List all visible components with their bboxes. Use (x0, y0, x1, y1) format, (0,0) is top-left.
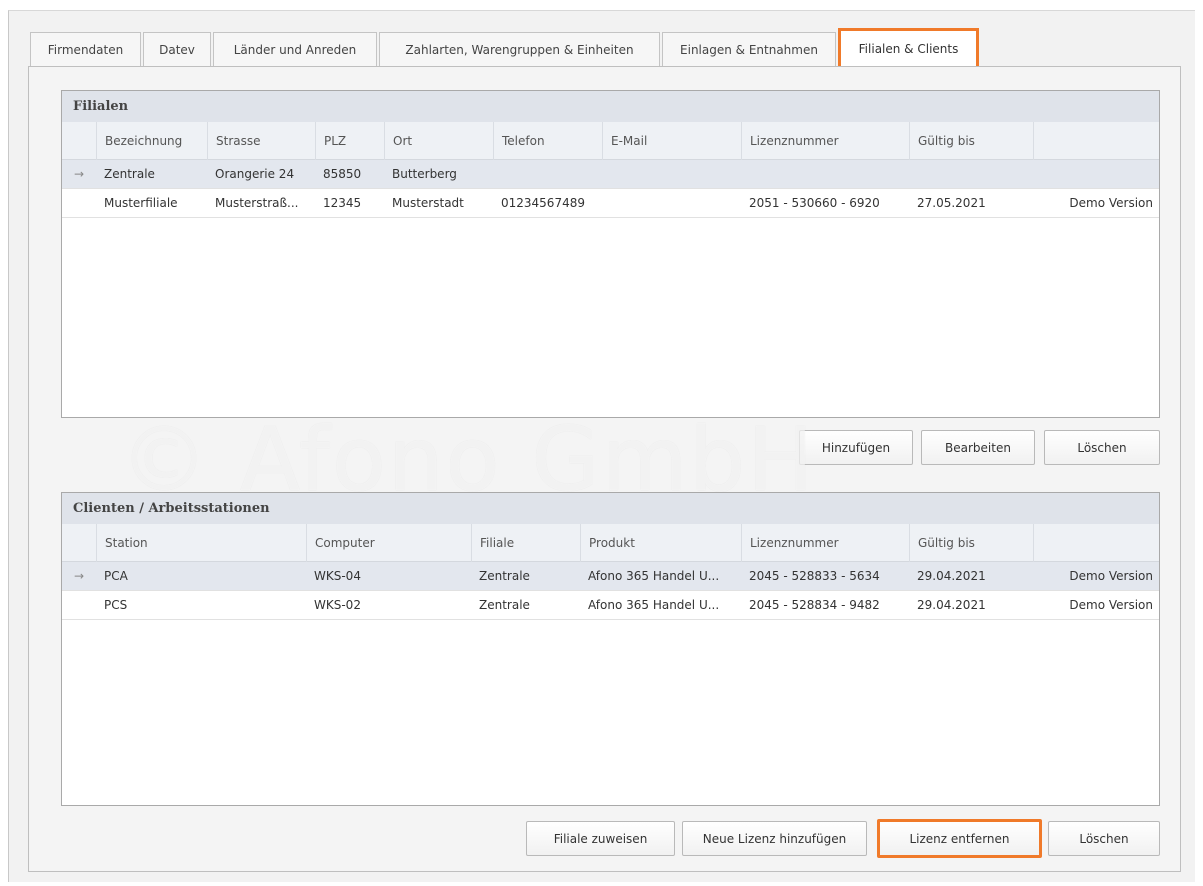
cell-telefon (493, 160, 602, 189)
row-indicator-arrow-icon: → (73, 167, 85, 181)
cell-station: PCS (104, 598, 128, 612)
cell-telefon: 01234567489 (501, 196, 585, 210)
clients-grid-header: Station Computer Filiale Produkt Lizenzn… (62, 524, 1159, 562)
column-header[interactable]: E-Mail (602, 122, 741, 160)
column-header[interactable] (1033, 524, 1161, 562)
cell-lizenznummer: 2051 - 530660 - 6920 (749, 196, 880, 210)
cell-ort: Musterstadt (392, 196, 464, 210)
column-header[interactable]: Computer (306, 524, 471, 562)
tab-filialen-clients[interactable]: Filialen & Clients (838, 28, 979, 70)
column-header[interactable]: Strasse (207, 122, 315, 160)
tab-zahlarten-warengruppen-einheiten[interactable]: Zahlarten, Warengruppen & Einheiten (379, 32, 660, 66)
column-header[interactable]: Filiale (471, 524, 580, 562)
cell-plz: 85850 (323, 167, 362, 181)
tab-firmendaten[interactable]: Firmendaten (30, 32, 141, 66)
cell-computer: WKS-02 (314, 598, 361, 612)
cell-produkt: Afono 365 Handel U... (588, 569, 720, 583)
cell-strasse: Musterstraß... (215, 196, 299, 210)
cell-email (602, 189, 741, 218)
cell-status: Demo Version (1069, 598, 1153, 612)
cell-filiale: Zentrale (479, 598, 530, 612)
cell-lizenznummer: 2045 - 528833 - 5634 (749, 569, 880, 583)
cell-gueltig-bis: 29.04.2021 (917, 598, 986, 612)
cell-status (1033, 160, 1161, 189)
filialen-title: Filialen (62, 91, 1159, 122)
cell-email (602, 160, 741, 189)
clients-group: Clienten / Arbeitsstationen Station Comp… (61, 492, 1160, 806)
assign-branch-button[interactable]: Filiale zuweisen (526, 821, 675, 856)
column-header[interactable]: Lizenznummer (741, 524, 909, 562)
table-row[interactable]: → PCA WKS-04 Zentrale Afono 365 Handel U… (62, 562, 1159, 591)
cell-produkt: Afono 365 Handel U... (588, 598, 720, 612)
cell-status: Demo Version (1069, 569, 1153, 583)
cell-plz: 12345 (323, 196, 362, 210)
column-header[interactable]: PLZ (315, 122, 384, 160)
column-header[interactable]: Produkt (580, 524, 741, 562)
tab-datev[interactable]: Datev (143, 32, 211, 66)
cell-lizenznummer: 2045 - 528834 - 9482 (749, 598, 880, 612)
cell-filiale: Zentrale (479, 569, 530, 583)
column-header[interactable]: Bezeichnung (96, 122, 207, 160)
row-indicator-arrow-icon: → (73, 569, 85, 583)
cell-bezeichnung: Musterfiliale (104, 196, 178, 210)
clients-title: Clienten / Arbeitsstationen (62, 493, 1159, 524)
cell-lizenznummer (741, 160, 909, 189)
table-row[interactable]: → Zentrale Orangerie 24 85850 Butterberg (62, 160, 1159, 189)
filialen-grid-header: Bezeichnung Strasse PLZ Ort Telefon E-Ma… (62, 122, 1159, 160)
table-row[interactable]: Musterfiliale Musterstraß... 12345 Muste… (62, 189, 1159, 218)
add-branch-button[interactable]: Hinzufügen (799, 430, 913, 465)
cell-status: Demo Version (1069, 196, 1153, 210)
column-header[interactable] (1033, 122, 1161, 160)
edit-branch-button[interactable]: Bearbeiten (921, 430, 1035, 465)
column-header[interactable]: Station (96, 524, 306, 562)
cell-station: PCA (104, 569, 128, 583)
cell-strasse: Orangerie 24 (215, 167, 295, 181)
remove-license-button[interactable]: Lizenz entfernen (877, 819, 1042, 858)
table-row[interactable]: PCS WKS-02 Zentrale Afono 365 Handel U..… (62, 591, 1159, 620)
column-header[interactable]: Ort (384, 122, 493, 160)
delete-client-button[interactable]: Löschen (1048, 821, 1160, 856)
cell-bezeichnung: Zentrale (104, 167, 155, 181)
tab-laender-und-anreden[interactable]: Länder und Anreden (213, 32, 377, 66)
row-indicator (62, 189, 96, 218)
add-new-license-button[interactable]: Neue Lizenz hinzufügen (682, 821, 867, 856)
cell-gueltig-bis (909, 160, 1033, 189)
cell-ort: Butterberg (392, 167, 457, 181)
cell-gueltig-bis: 27.05.2021 (917, 196, 986, 210)
cell-computer: WKS-04 (314, 569, 361, 583)
column-header[interactable]: Lizenznummer (741, 122, 909, 160)
column-header[interactable]: Gültig bis (909, 524, 1033, 562)
column-header[interactable]: Gültig bis (909, 122, 1033, 160)
cell-gueltig-bis: 29.04.2021 (917, 569, 986, 583)
delete-branch-button[interactable]: Löschen (1044, 430, 1160, 465)
filialen-group: Filialen Bezeichnung Strasse PLZ Ort Tel… (61, 90, 1160, 418)
row-indicator (62, 591, 96, 620)
tab-einlagen-entnahmen[interactable]: Einlagen & Entnahmen (662, 32, 836, 66)
column-header[interactable]: Telefon (493, 122, 602, 160)
